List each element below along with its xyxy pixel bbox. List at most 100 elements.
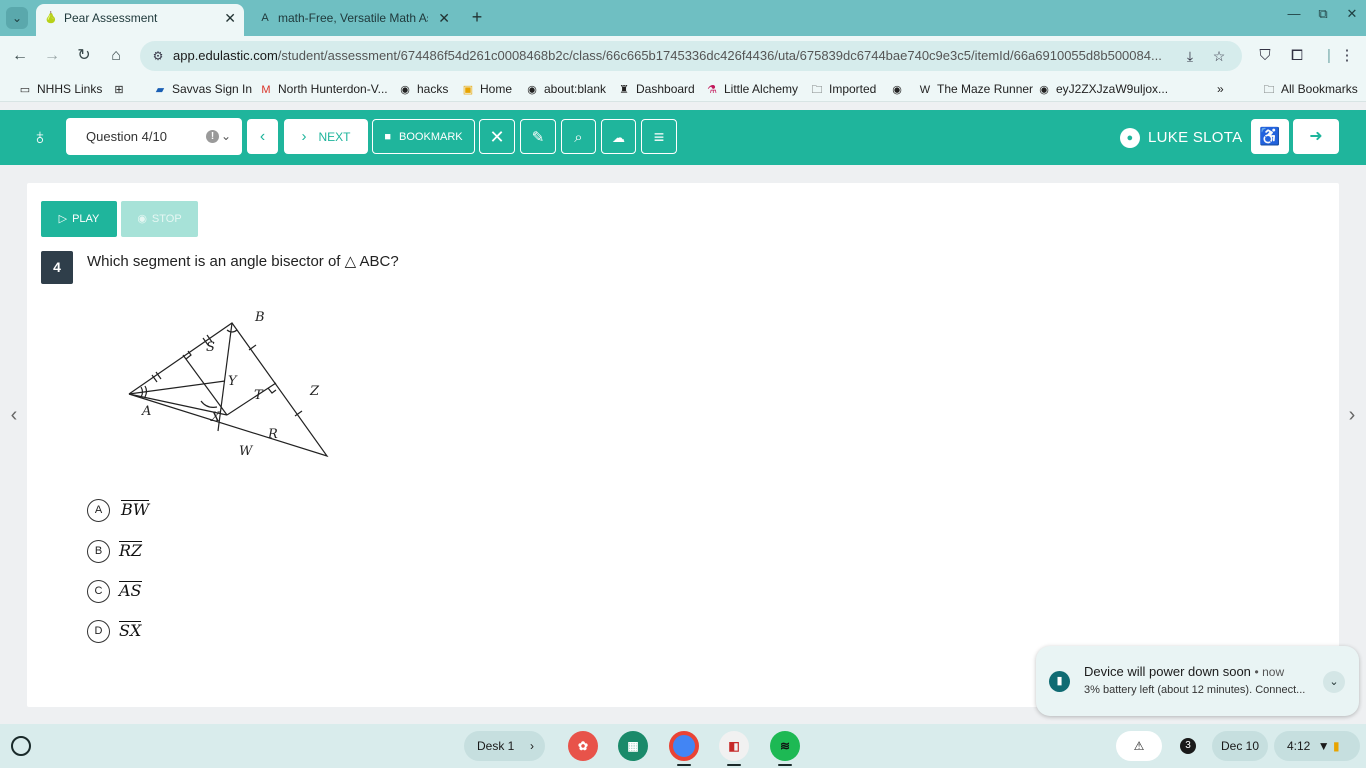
label-s: S <box>206 340 215 355</box>
expand-chevron-icon[interactable]: ⌄ <box>1323 671 1345 693</box>
previous-button[interactable]: ‹ <box>247 119 278 154</box>
tab-close-icon[interactable]: ✕ <box>438 4 450 32</box>
triangle-figure: B S Y T Z A X R W C <box>128 310 329 459</box>
tab-title: Pear Assessment <box>64 11 158 25</box>
label-x: X <box>210 410 221 425</box>
bookmark-home[interactable]: ▣ Home <box>461 76 512 102</box>
menu-button[interactable]: ≡ <box>641 119 677 154</box>
bookmark-button[interactable]: ■ BOOKMARK <box>372 119 475 154</box>
stop-button[interactable]: ◉ STOP <box>121 201 198 237</box>
accessibility-button[interactable]: ♿ <box>1251 119 1289 154</box>
bookmark-about-blank[interactable]: ◉ about:blank <box>525 76 606 102</box>
app-running-indicator <box>677 764 691 766</box>
globe-icon: ◉ <box>400 84 410 96</box>
chevron-left-icon: ‹ <box>259 128 266 145</box>
new-tab-button[interactable]: + <box>466 6 488 28</box>
chevron-down-icon: ⌄ <box>221 129 232 143</box>
notification-body: 3% battery left (about 12 minutes). Conn… <box>1084 684 1306 696</box>
bookmark-nhhs-links[interactable]: ▭ NHHS Links <box>18 76 103 102</box>
address-bar[interactable]: ⚙ app.edulastic.com/student/assessment/6… <box>140 41 1242 71</box>
cloud-upload-icon: ☁ <box>612 130 625 145</box>
bookmark-hacks[interactable]: ◉ hacks <box>398 76 448 102</box>
tab-search-button[interactable]: ⌄ <box>6 7 28 29</box>
scratchpad-button[interactable]: ✎ <box>520 119 556 154</box>
kebab-menu-icon[interactable]: ⋮ <box>1336 45 1358 67</box>
bookmark-star-icon[interactable]: ☆ <box>1210 47 1228 65</box>
tab-math[interactable]: A math-Free, Versatile Math Assi ✕ <box>250 4 458 32</box>
more-bookmarks-icon[interactable]: » <box>1217 76 1224 102</box>
canvas-app-icon[interactable]: ✿ <box>568 731 598 761</box>
shield-extension-icon[interactable]: ⛉ <box>1254 45 1276 67</box>
date-pill[interactable]: Dec 10 <box>1212 731 1268 761</box>
pear-app-icon[interactable]: ◧ <box>719 731 749 761</box>
launcher-icon[interactable] <box>11 736 31 756</box>
gmail-icon: M <box>261 84 271 96</box>
reload-icon[interactable]: ↻ <box>73 45 95 67</box>
bookmark-eyj[interactable]: ◉ eyJ2ZXJzaW9uljox... <box>1037 76 1168 102</box>
play-button[interactable]: ▷ PLAY <box>41 201 117 237</box>
user-menu[interactable]: ● LUKE SLOTA <box>1120 127 1242 149</box>
eliminator-button[interactable]: ✕ <box>479 119 515 154</box>
chrome-app-icon[interactable] <box>669 731 699 761</box>
desk-switcher[interactable]: Desk 1 › <box>464 731 545 761</box>
zoom-button[interactable]: ⌕ <box>561 119 596 154</box>
classroom-icon: ▣ <box>462 84 474 96</box>
label-y: Y <box>228 374 238 389</box>
previous-question-arrow-icon[interactable]: ‹ <box>6 404 22 427</box>
tab-close-icon[interactable]: ✕ <box>224 4 236 32</box>
savvas-icon: ▰ <box>155 84 165 96</box>
battery-icon: ▮ <box>1332 739 1340 753</box>
home-icon[interactable]: ⌂ <box>105 45 127 67</box>
flask-icon: ⚗ <box>707 84 717 96</box>
bookmark-savvas[interactable]: ▰ Savvas Sign In <box>153 76 252 102</box>
scratchpad-icon: ✎ <box>531 129 545 146</box>
label-t: T <box>254 388 264 403</box>
triangle-symbol: △ <box>344 253 357 270</box>
app-running-indicator <box>778 764 792 766</box>
pear-icon: 🍐 <box>44 12 58 24</box>
window-close-icon[interactable]: ✕ <box>1342 6 1362 22</box>
wifi-icon: ▼ <box>1317 739 1330 753</box>
bookmark-north-hunterdon[interactable]: M North Hunterdon-V... <box>259 76 387 102</box>
next-question-arrow-icon[interactable]: › <box>1344 404 1360 427</box>
power-down-notification[interactable]: ▮ Device will power down soon • now 3% b… <box>1036 646 1359 716</box>
chevron-right-icon: › <box>301 128 307 145</box>
classroom-app-icon[interactable]: ▦ <box>618 731 648 761</box>
spotify-app-icon[interactable]: ≋ <box>770 731 800 761</box>
chevron-right-icon: › <box>530 739 534 753</box>
bookmark-apps[interactable]: ⊞ <box>112 76 131 102</box>
extensions-puzzle-icon[interactable]: ⧠ <box>1286 45 1308 67</box>
notification-count-badge[interactable]: 3 <box>1180 738 1196 754</box>
exit-arrow-icon: ➜ <box>1309 128 1323 145</box>
url-text[interactable]: app.edulastic.com/student/assessment/674… <box>173 41 1173 71</box>
os-shelf: Desk 1 › ✿ ▦ ◧ ≋ ⚠ 3 Dec 10 4:12 ▼ ▮ <box>0 724 1366 768</box>
site-info-icon[interactable]: ⚙ <box>150 48 166 64</box>
globe-icon: ◉ <box>1039 84 1049 96</box>
notification-title: Device will power down soon <box>1084 664 1251 679</box>
option-letter: B <box>87 540 110 563</box>
all-bookmarks[interactable]: 🗀 All Bookmarks <box>1262 76 1358 102</box>
hamburger-icon: ≡ <box>653 127 665 147</box>
bookmark-icon: ■ <box>384 131 392 143</box>
content-area: ▷ PLAY ◉ STOP 4 Which segment is an angle … <box>0 165 1366 724</box>
screenshot-tray-icon[interactable]: ⚠ <box>1116 731 1162 761</box>
next-button[interactable]: › NEXT <box>284 119 368 154</box>
tab-pear-assessment[interactable]: 🍐 Pear Assessment ✕ <box>36 4 244 36</box>
bookmark-maze-runner[interactable]: W The Maze Runner <box>918 76 1033 102</box>
close-x-icon: ✕ <box>489 127 505 147</box>
minimize-icon[interactable]: — <box>1284 6 1304 21</box>
forward-arrow-icon[interactable]: → <box>41 45 63 67</box>
question-select[interactable]: Question 4/10 ! ⌄ <box>66 118 242 155</box>
bookmark-imported[interactable]: 🗀 Imported <box>810 76 877 102</box>
bookmark-globe[interactable]: ◉ <box>890 76 909 102</box>
exit-button[interactable]: ➜ <box>1293 119 1339 154</box>
restore-icon[interactable]: ⧉ <box>1313 6 1333 22</box>
app-running-indicator <box>727 764 741 766</box>
folder-link-icon: ▭ <box>19 84 31 96</box>
back-arrow-icon[interactable]: ← <box>9 45 31 67</box>
bookmark-dashboard[interactable]: ♜ Dashboard <box>617 76 695 102</box>
status-area[interactable]: 4:12 ▼ ▮ <box>1274 731 1360 761</box>
install-app-icon[interactable]: ⤓ <box>1181 47 1199 65</box>
bookmark-little-alchemy[interactable]: ⚗ Little Alchemy <box>705 76 798 102</box>
save-button[interactable]: ☁ <box>601 119 636 154</box>
